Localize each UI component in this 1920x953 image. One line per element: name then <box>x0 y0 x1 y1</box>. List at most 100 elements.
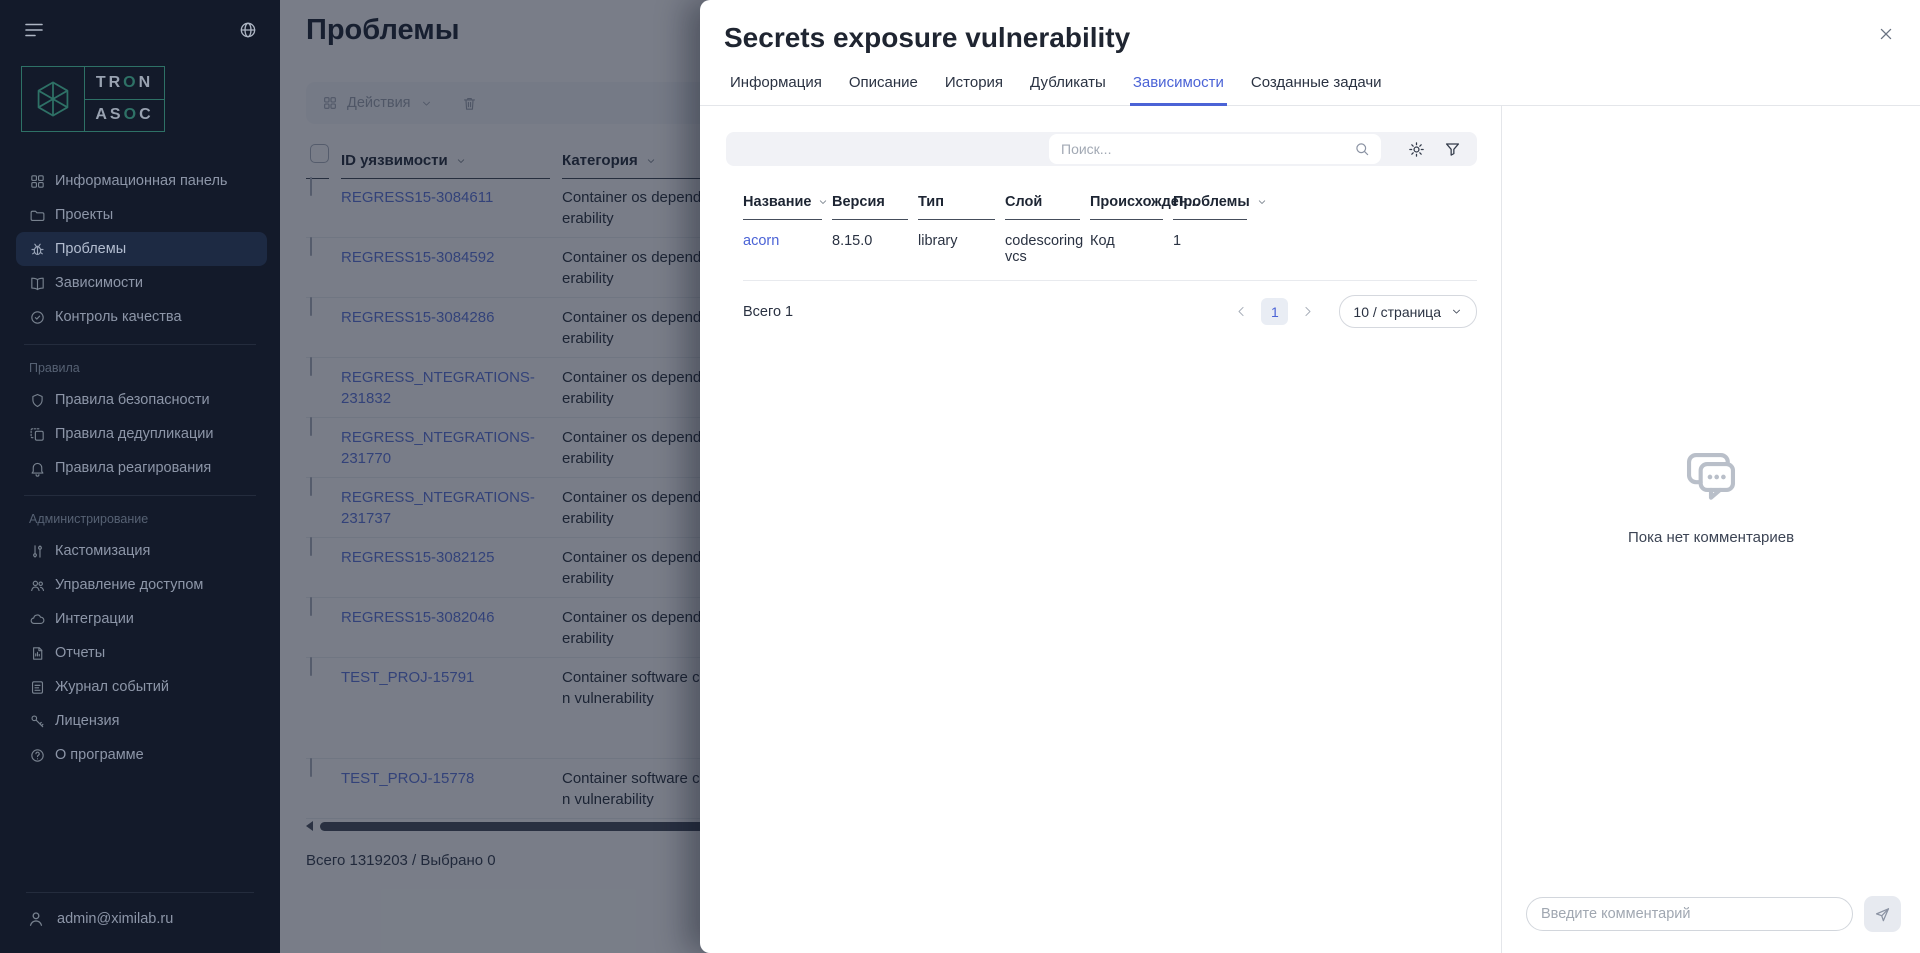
sidebar-item-shield[interactable]: Правила безопасности <box>16 383 267 417</box>
sidebar-item-label: Управление доступом <box>55 577 203 593</box>
deps-column-origin[interactable]: Происхожден... <box>1090 190 1163 220</box>
sidebar-item-label: Правила безопасности <box>55 392 210 408</box>
search-icon <box>1353 140 1371 158</box>
deps-column-version[interactable]: Версия <box>832 190 908 220</box>
sidebar-item-label: Правила дедупликации <box>55 426 213 442</box>
drawer-header: Secrets exposure vulnerability <box>700 0 1920 54</box>
logo-text: TRON ASOC <box>85 66 165 132</box>
drawer-tab-2[interactable]: Описание <box>849 68 918 105</box>
comments-panel: Пока нет комментариев <box>1502 106 1920 953</box>
sliders-icon <box>29 543 46 560</box>
page-size-select[interactable]: 10 / страница <box>1339 295 1477 328</box>
sidebar-item-report[interactable]: Отчеты <box>16 636 267 670</box>
globe-language-icon[interactable] <box>238 20 258 40</box>
shield-icon <box>29 392 46 409</box>
chevron-right-icon[interactable] <box>1300 304 1315 319</box>
drawer-tab-4[interactable]: Дубликаты <box>1030 68 1106 105</box>
deps-column-label: Проблемы <box>1173 194 1250 210</box>
drawer-tabs: Информация Описание История Дубликаты Зависи… <box>700 68 1920 106</box>
sidebar-item-folder[interactable]: Проекты <box>16 198 267 232</box>
sidebar-item-cloud[interactable]: Интеграции <box>16 602 267 636</box>
deps-column-type[interactable]: Тип <box>918 190 995 220</box>
sidebar-item-label: Информационная панель <box>55 173 227 189</box>
close-icon[interactable] <box>1876 24 1896 44</box>
dependencies-table: Название Версия Тип Слой Происхожден... Пробл… <box>726 190 1477 281</box>
sidebar: TRON ASOC Информационная панель Проекты Пр… <box>0 0 280 953</box>
folder-icon <box>29 207 46 224</box>
comment-input-row <box>1502 896 1920 953</box>
deps-cell-version: 8.15.0 <box>832 220 918 280</box>
sidebar-divider <box>24 344 256 345</box>
chevron-down-icon <box>1450 305 1463 318</box>
logo-line-top: TRON <box>85 67 164 99</box>
sidebar-item-sliders[interactable]: Кастомизация <box>16 534 267 568</box>
bell-icon <box>29 460 46 477</box>
drawer-tab-1[interactable]: Информация <box>730 68 822 105</box>
book-icon <box>29 275 46 292</box>
sort-chevron-icon <box>1256 196 1268 208</box>
app-logo: TRON ASOC <box>21 66 165 132</box>
sort-chevron-icon <box>817 196 829 208</box>
pagination: Всего 1 1 10 / страница <box>726 295 1477 328</box>
sidebar-item-label: Проблемы <box>55 241 126 257</box>
sidebar-item-check-circle[interactable]: Контроль качества <box>16 300 267 334</box>
search-box <box>1049 134 1381 164</box>
logo-line-bottom: ASOC <box>85 99 164 132</box>
sidebar-item-users[interactable]: Управление доступом <box>16 568 267 602</box>
sidebar-item-question[interactable]: О программе <box>16 738 267 772</box>
key-icon <box>29 713 46 730</box>
comment-input[interactable] <box>1526 897 1853 931</box>
check-circle-icon <box>29 309 46 326</box>
comments-icon <box>1680 446 1742 508</box>
sidebar-item-label: Отчеты <box>55 645 105 661</box>
deps-cell-type: library <box>918 220 1005 280</box>
chevron-left-icon[interactable] <box>1234 304 1249 319</box>
user-email: admin@ximilab.ru <box>57 911 173 927</box>
sidebar-item-label: Интеграции <box>55 611 134 627</box>
sidebar-item-key[interactable]: Лицензия <box>16 704 267 738</box>
comments-empty-state: Пока нет комментариев <box>1502 446 1920 546</box>
sidebar-item-label: Правила реагирования <box>55 460 211 476</box>
send-icon <box>1873 905 1892 924</box>
drawer-tab-3[interactable]: История <box>945 68 1003 105</box>
search-input[interactable] <box>1049 134 1381 164</box>
comments-empty-text: Пока нет комментариев <box>1502 529 1920 546</box>
sidebar-divider <box>24 495 256 496</box>
drawer-title: Secrets exposure vulnerability <box>724 22 1894 54</box>
deps-column-label: Версия <box>832 194 885 210</box>
bug-icon <box>29 241 46 258</box>
sidebar-item-bell[interactable]: Правила реагирования <box>16 451 267 485</box>
dependencies-toolbar <box>726 132 1477 166</box>
send-comment-button[interactable] <box>1864 896 1901 932</box>
dashboard-icon <box>29 173 46 190</box>
vulnerability-drawer: Secrets exposure vulnerability Информаци… <box>700 0 1920 953</box>
deps-column-name[interactable]: Название <box>743 190 822 220</box>
sidebar-item-label: О программе <box>55 747 144 763</box>
gear-icon[interactable] <box>1407 140 1426 159</box>
deps-table-row: acorn8.15.0librarycodescoring vcsКод1 <box>743 220 1477 281</box>
deps-column-label: Слой <box>1005 194 1042 210</box>
page-number-button[interactable]: 1 <box>1261 298 1288 325</box>
deps-cell-problems: 1 <box>1173 220 1257 280</box>
deps-cell-origin: Код <box>1090 220 1173 280</box>
sidebar-item-label: Зависимости <box>55 275 143 291</box>
deps-column-label: Название <box>743 194 811 210</box>
sidebar-section-label: Администрирование <box>0 506 280 534</box>
sidebar-top-bar <box>22 18 258 42</box>
drawer-tab-5[interactable]: Зависимости <box>1133 68 1224 105</box>
sidebar-user[interactable]: admin@ximilab.ru <box>26 892 254 953</box>
deps-column-problems[interactable]: Проблемы <box>1173 190 1247 220</box>
sidebar-item-duplicate[interactable]: Правила дедупликации <box>16 417 267 451</box>
sidebar-item-dashboard[interactable]: Информационная панель <box>16 164 267 198</box>
sidebar-item-label: Журнал событий <box>55 679 169 695</box>
sidebar-item-book[interactable]: Зависимости <box>16 266 267 300</box>
hamburger-menu-icon[interactable] <box>22 18 46 42</box>
deps-column-layer[interactable]: Слой <box>1005 190 1080 220</box>
sidebar-item-bug[interactable]: Проблемы <box>16 232 267 266</box>
duplicate-icon <box>29 426 46 443</box>
filter-icon[interactable] <box>1443 140 1462 159</box>
sidebar-item-journal[interactable]: Журнал событий <box>16 670 267 704</box>
deps-cell-name[interactable]: acorn <box>743 220 832 280</box>
report-icon <box>29 645 46 662</box>
drawer-tab-6[interactable]: Созданные задачи <box>1251 68 1382 105</box>
